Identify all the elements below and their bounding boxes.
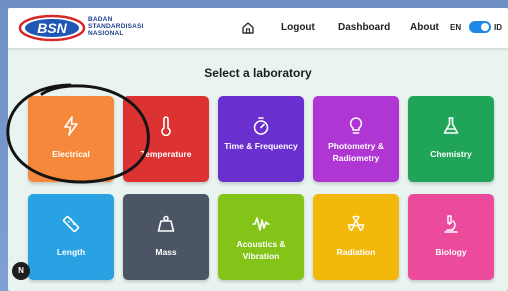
org-name-line-3: NASIONAL xyxy=(88,30,124,37)
lab-tile-biology[interactable]: Biology xyxy=(408,194,494,280)
weight-icon xyxy=(157,215,175,232)
lab-label: Time & Frequency xyxy=(224,141,298,151)
lab-tile-radiation[interactable]: Radiation xyxy=(313,194,399,280)
logout-link[interactable]: Logout xyxy=(281,22,315,33)
org-name-line-1: BADAN xyxy=(88,16,113,23)
lab-tile-mass[interactable]: Mass xyxy=(123,194,209,280)
thermometer-icon xyxy=(161,116,171,136)
lab-label: Mass xyxy=(155,247,177,257)
lab-tile-temperature[interactable]: Temperature xyxy=(123,96,209,182)
app-page: BSN BADAN STANDARDISASI NASIONAL Logout … xyxy=(8,8,508,291)
lab-tile-chemistry[interactable]: Chemistry xyxy=(408,96,494,182)
soundwave-icon xyxy=(252,217,270,231)
flask-icon xyxy=(443,117,459,134)
microscope-icon xyxy=(444,215,458,233)
lab-tile-electrical[interactable]: Electrical xyxy=(28,96,114,182)
lab-label: Length xyxy=(56,247,86,257)
bsn-logo[interactable]: BSN xyxy=(18,14,86,42)
page-title: Select a laboratory xyxy=(204,66,312,80)
lab-label: Biology xyxy=(435,247,467,257)
language-id-label: ID xyxy=(494,23,502,32)
lab-tile-time-frequency[interactable]: Time & Frequency xyxy=(218,96,304,182)
notification-badge[interactable]: N xyxy=(12,262,30,280)
stopwatch-icon xyxy=(253,117,269,135)
logo-text: BSN xyxy=(37,20,67,36)
radiation-icon xyxy=(347,215,365,232)
lab-tile-photometry-radiometry[interactable]: Photometry & Radiometry xyxy=(313,96,399,182)
lab-tile-length[interactable]: Length xyxy=(28,194,114,280)
lab-label: Radiation xyxy=(336,247,376,257)
org-name-line-2: STANDARDISASI xyxy=(88,23,144,30)
lab-label: Temperature xyxy=(140,149,192,159)
ruler-icon xyxy=(62,215,80,233)
lab-label: Photometry & Radiometry xyxy=(328,141,384,163)
lab-tile-acoustics-vibration[interactable]: Acoustics & Vibration xyxy=(218,194,304,280)
lab-label: Chemistry xyxy=(430,149,472,159)
about-link[interactable]: About xyxy=(410,22,439,33)
dashboard-link[interactable]: Dashboard xyxy=(338,22,390,33)
home-icon[interactable] xyxy=(241,21,255,35)
org-name: BADAN STANDARDISASI NASIONAL xyxy=(88,16,144,37)
lab-label: Electrical xyxy=(52,149,90,159)
lightbulb-icon xyxy=(349,117,363,134)
lab-label: Acoustics & Vibration xyxy=(236,239,286,261)
language-en-label: EN xyxy=(450,23,462,32)
header-bar: BSN BADAN STANDARDISASI NASIONAL Logout … xyxy=(8,8,508,48)
lightning-icon xyxy=(64,116,78,136)
language-toggle[interactable] xyxy=(469,21,491,33)
